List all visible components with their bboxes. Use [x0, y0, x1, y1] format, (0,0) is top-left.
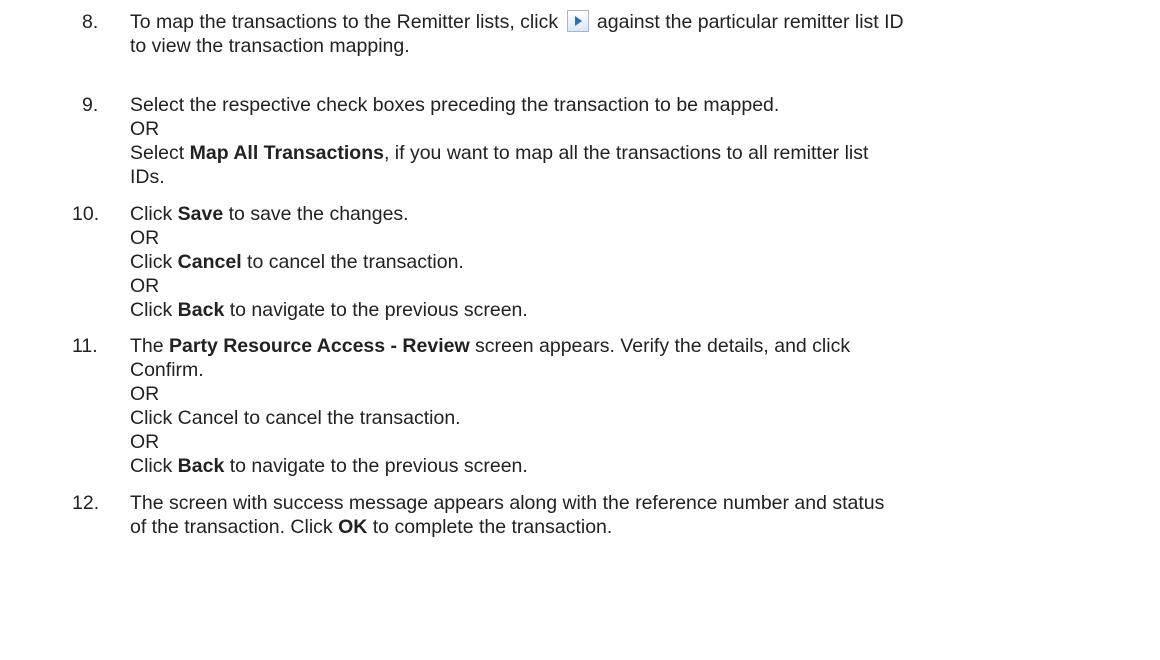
step-text-segment: against the particular remitter list ID	[596, 11, 904, 33]
step-emphasis: Map All Transactions	[189, 142, 384, 164]
step-number: 11.	[72, 335, 98, 357]
step-text-segment: Click	[130, 299, 178, 321]
step-line: Click Back to navigate to the previous s…	[130, 454, 1150, 478]
step-text-segment: to cancel the transaction.	[241, 251, 464, 273]
step-line: Select the respective check boxes preced…	[130, 94, 780, 116]
step-line: OR	[130, 431, 160, 453]
step-text-segment: to complete the transaction.	[367, 516, 613, 538]
step-text-segment: The	[130, 335, 170, 357]
step-line: Click Cancel to cancel the transaction.	[130, 250, 1150, 274]
step-line: OR	[130, 383, 160, 405]
step-text-segment: to navigate to the previous screen.	[224, 455, 528, 477]
step-number: 10.	[72, 203, 100, 225]
step-text-segment: screen appears. Verify the details, and …	[469, 335, 851, 357]
step-text-segment: Click	[130, 455, 178, 477]
step-text: Click Save to save the changes. OR Click…	[130, 202, 1150, 322]
step-emphasis: Cancel	[177, 251, 242, 273]
step-text: The Party Resource Access - Review scree…	[130, 334, 1150, 478]
step-emphasis: Back	[177, 299, 225, 321]
step-text-segment: Click	[130, 251, 178, 273]
step-text: The screen with success message appears …	[130, 491, 1150, 539]
step-line: Select Map All Transactions, if you want…	[130, 141, 1150, 165]
step-line: The screen with success message appears …	[130, 492, 885, 514]
expand-arrow-icon	[566, 10, 589, 32]
step-emphasis: Party Resource Access - Review	[169, 335, 470, 357]
step-line: OR	[130, 227, 160, 249]
step-text-segment: To map the transactions to the Remitter …	[130, 11, 559, 33]
step-text-segment: Select	[130, 142, 190, 164]
step-number: 8.	[82, 11, 99, 33]
step-emphasis: Back	[177, 455, 225, 477]
step-line: OR	[130, 118, 160, 140]
step-emphasis: Save	[177, 203, 224, 225]
step-text-segment: , if you want to map all the transaction…	[383, 142, 869, 164]
step-line: Click Cancel to cancel the transaction.	[130, 407, 461, 429]
step-line: to view the transaction mapping.	[130, 35, 410, 57]
step-line: IDs.	[130, 166, 165, 188]
step-line: To map the transactions to the Remitter …	[130, 10, 1150, 34]
step-line: Click Save to save the changes.	[130, 202, 1150, 226]
step-line: Confirm.	[130, 359, 204, 381]
step-text-segment: of the transaction. Click	[130, 516, 339, 538]
step-line: The Party Resource Access - Review scree…	[130, 334, 1150, 358]
step-text-segment: to navigate to the previous screen.	[224, 299, 528, 321]
step-line: OR	[130, 275, 160, 297]
step-text-segment: Click	[130, 203, 178, 225]
step-number: 12.	[72, 492, 100, 514]
step-line: of the transaction. Click OK to complete…	[130, 515, 1150, 539]
step-text: Select the respective check boxes preced…	[130, 93, 1150, 189]
step-text-segment: to save the changes.	[223, 203, 409, 225]
step-emphasis: OK	[338, 516, 368, 538]
step-text: To map the transactions to the Remitter …	[130, 10, 1150, 58]
step-number: 9.	[82, 94, 99, 116]
step-line: Click Back to navigate to the previous s…	[130, 298, 1150, 322]
